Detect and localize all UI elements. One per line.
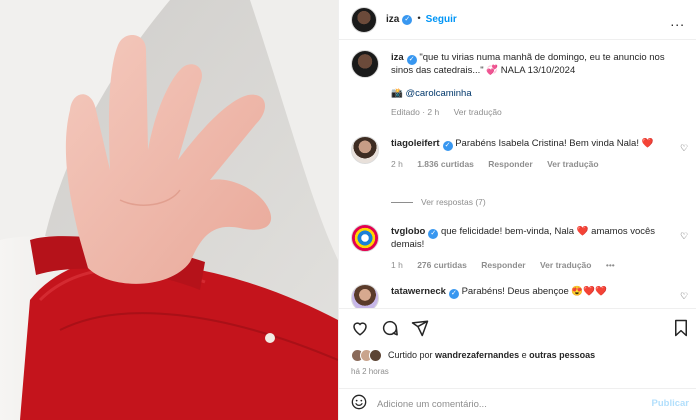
comments-list[interactable]: iza ✓ "que tu virias numa manhã de doming… xyxy=(339,40,696,308)
caption-meta: Editado · 2 h Ver tradução xyxy=(391,107,673,118)
avatar[interactable] xyxy=(351,224,379,252)
comment-meta: 1 h 276 curtidas Responder Ver tradução … xyxy=(391,260,673,271)
comment-username[interactable]: tiagoleifert xyxy=(391,138,440,149)
post-actions: Curtido por wandrezafernandes e outras p… xyxy=(339,308,696,388)
verified-icon: ✓ xyxy=(448,289,459,299)
verified-icon: ✓ xyxy=(406,55,417,65)
replies-label: Ver respostas (7) xyxy=(421,197,486,207)
avatar[interactable] xyxy=(351,284,379,308)
likes-user-link[interactable]: wandrezafernandes xyxy=(435,350,519,360)
more-options-button[interactable]: ... xyxy=(670,12,685,31)
comment-text: que felicidade! bem-vinda, Nala xyxy=(440,226,575,237)
caption-tag-line: 📸 @carolcaminha xyxy=(391,88,673,101)
comment-meta: 2 h 1.836 curtidas Responder Ver traduçã… xyxy=(391,159,673,170)
comment-time: 2 h xyxy=(391,159,403,169)
comment-text: Parabéns Isabela Cristina! Bem vinda Nal… xyxy=(455,138,639,149)
verified-icon: ✓ xyxy=(402,14,413,25)
likes-conj: e xyxy=(521,350,527,361)
header-username[interactable]: iza xyxy=(386,13,399,27)
likes-summary[interactable]: Curtido por wandrezafernandes e outras p… xyxy=(351,349,595,362)
share-icon[interactable] xyxy=(411,319,429,337)
add-comment-bar: Publicar xyxy=(339,388,696,420)
reply-button[interactable]: Responder xyxy=(488,159,532,169)
comment-more-button[interactable]: ••• xyxy=(606,260,615,270)
caption-translation-link[interactable]: Ver tradução xyxy=(454,107,502,117)
comment-text: Parabéns! Deus abençoe xyxy=(461,286,569,297)
post-photo[interactable] xyxy=(0,0,338,420)
likes-others-link[interactable]: outras pessoas xyxy=(529,350,595,360)
comment-body: tvglobo ✓ que felicidade! bem-vinda, Nala… xyxy=(391,226,673,271)
replies-divider xyxy=(391,202,413,204)
caption-suffix: NALA 13/10/2024 xyxy=(500,65,576,76)
post-header: iza ✓ • Seguir ... xyxy=(339,0,696,40)
likes-text: Curtido por wandrezafernandes e outras p… xyxy=(388,349,595,361)
translation-link[interactable]: Ver tradução xyxy=(547,159,599,169)
heart-icon[interactable] xyxy=(351,319,369,337)
action-icons xyxy=(351,319,429,337)
verified-icon: ✓ xyxy=(442,141,453,151)
header-separator: • xyxy=(417,13,421,25)
comment-body: tatawerneck ✓ Parabéns! Deus abençoe 😍❤️❤… xyxy=(391,286,673,299)
emoji-icon[interactable] xyxy=(351,394,367,415)
comment-icon[interactable] xyxy=(381,319,399,337)
comment-body: tiagoleifert ✓ Parabéns Isabela Cristina!… xyxy=(391,138,673,170)
comment-time: 1 h xyxy=(391,259,403,270)
caption-edited: Editado · 2 h xyxy=(391,106,440,117)
heart-small-icon[interactable]: ♡ xyxy=(680,230,689,241)
view-replies-button[interactable]: Ver respostas (7) xyxy=(391,197,486,208)
translation-link[interactable]: Ver tradução xyxy=(540,260,592,270)
verified-icon: ✓ xyxy=(428,229,439,239)
comment-username[interactable]: tvglobo xyxy=(391,226,425,237)
heart-small-icon[interactable]: ♡ xyxy=(680,290,689,301)
heart-emoji: ❤️ xyxy=(576,226,589,237)
caption-username[interactable]: iza xyxy=(391,52,404,63)
camera-emoji: 📸 xyxy=(391,87,403,99)
baby-hand-photo xyxy=(0,0,338,420)
heart-small-icon[interactable]: ♡ xyxy=(680,142,689,153)
post-sidebar: iza ✓ • Seguir ... iza ✓ "que tu virias n… xyxy=(338,0,696,420)
reply-button[interactable]: Responder xyxy=(481,260,525,270)
tagged-user-link[interactable]: @carolcaminha xyxy=(405,88,471,99)
avatar[interactable] xyxy=(351,50,379,78)
emoji-row: 😍❤️❤️ xyxy=(571,286,607,297)
comment-likes[interactable]: 276 curtidas xyxy=(417,260,467,270)
post-time: há 2 horas xyxy=(351,367,389,376)
instagram-post: iza ✓ • Seguir ... iza ✓ "que tu virias n… xyxy=(0,0,696,420)
caption-emoji: 💞 xyxy=(486,65,499,76)
follow-button[interactable]: Seguir xyxy=(426,13,457,27)
comment-likes[interactable]: 1.836 curtidas xyxy=(417,159,474,169)
caption-body: iza ✓ "que tu virias numa manhã de doming… xyxy=(391,52,673,118)
publish-button[interactable]: Publicar xyxy=(652,398,690,411)
comment-input[interactable] xyxy=(377,399,627,410)
liker-avatar xyxy=(369,349,382,362)
avatar[interactable] xyxy=(351,136,379,164)
heart-emoji: ❤️ xyxy=(641,138,654,149)
avatar[interactable] xyxy=(351,6,377,33)
comment-username[interactable]: tatawerneck xyxy=(391,286,446,297)
bookmark-icon[interactable] xyxy=(673,319,689,337)
likes-prefix: Curtido por xyxy=(388,350,433,361)
